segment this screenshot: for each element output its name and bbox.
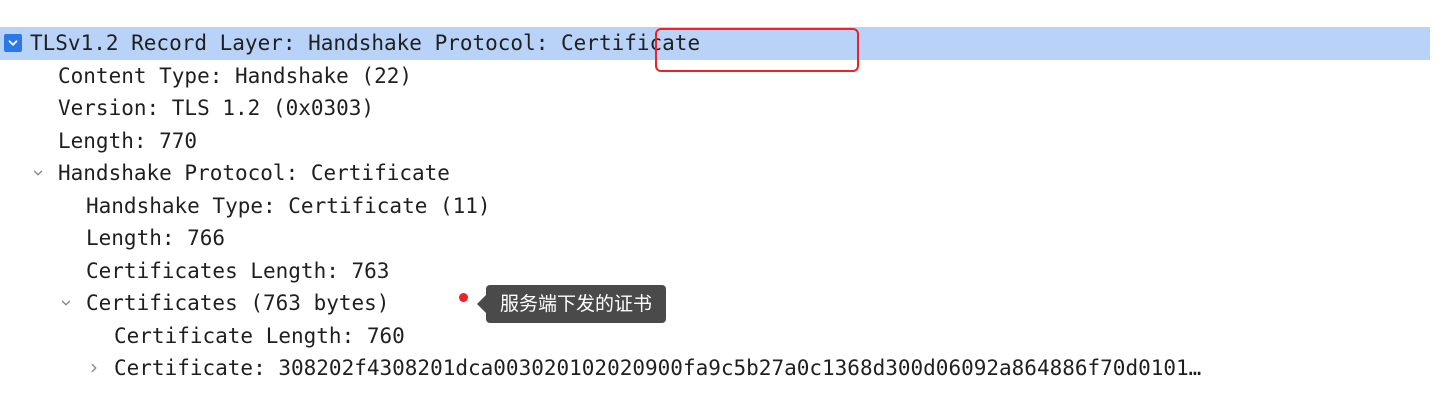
chevron-down-icon[interactable] [4, 34, 22, 52]
chevron-down-icon[interactable] [58, 287, 74, 320]
tree-item-content-type[interactable]: Content Type: Handshake (22) [0, 60, 1430, 93]
tree-item-label: Certificate Length: 760 [114, 323, 405, 348]
tree-item-version[interactable]: Version: TLS 1.2 (0x0303) [0, 92, 1430, 125]
tree-item-label: TLSv1.2 Record Layer: Handshake Protocol… [30, 31, 701, 55]
packet-details-tree: TLSv1.2 Record Layer: Handshake Protocol… [0, 27, 1430, 385]
tree-item-label: Version: TLS 1.2 (0x0303) [58, 96, 375, 120]
tree-item-label: Content Type: Handshake (22) [58, 63, 413, 88]
chevron-down-icon[interactable] [30, 157, 46, 190]
tree-item-record-layer[interactable]: TLSv1.2 Record Layer: Handshake Protocol… [0, 27, 1430, 60]
tree-item-label: Handshake Type: Certificate (11) [86, 193, 491, 218]
chevron-right-icon[interactable] [86, 352, 102, 385]
annotation-dot [459, 293, 468, 302]
tree-item-label: Certificates (763 bytes) [86, 291, 390, 315]
tree-item-label: Length: 766 [86, 226, 226, 250]
tree-item-handshake-length[interactable]: Length: 766 [0, 222, 1430, 255]
annotation-tooltip: 服务端下发的证书 [476, 285, 667, 323]
tree-item-handshake-type[interactable]: Handshake Type: Certificate (11) [0, 190, 1430, 223]
tree-item-certificate-length[interactable]: Certificate Length: 760 [0, 320, 1430, 353]
tree-item-label: Certificate: 308202f4308201dca0030201020… [114, 356, 1202, 380]
tree-item-label: Certificates Length: 763 [86, 258, 390, 283]
tree-item-handshake-protocol[interactable]: Handshake Protocol: Certificate [0, 157, 1430, 190]
tree-item-certificates-length[interactable]: Certificates Length: 763 [0, 255, 1430, 288]
tree-item-certificate[interactable]: Certificate: 308202f4308201dca0030201020… [0, 352, 1430, 385]
tree-item-label: Length: 770 [58, 128, 198, 153]
tree-item-label: Handshake Protocol: Certificate [58, 161, 450, 185]
tree-item-record-length[interactable]: Length: 770 [0, 125, 1430, 158]
tree-item-certificates[interactable]: Certificates (763 bytes) [0, 287, 1430, 320]
